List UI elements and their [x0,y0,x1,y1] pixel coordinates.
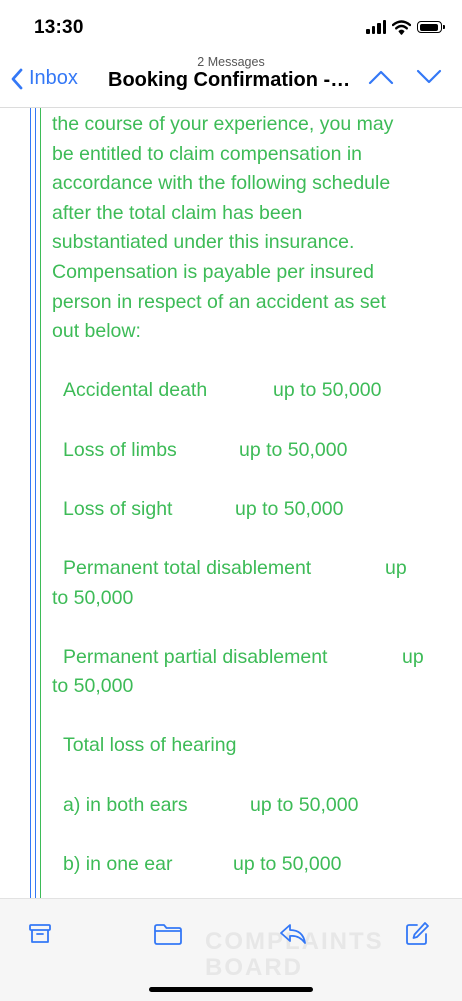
status-time: 13:30 [34,17,84,38]
move-to-folder-button[interactable] [153,919,183,949]
email-subject: Booking Confirmation - Insurance Details [108,69,354,91]
schedule-row: a) in both ears up to 50,000 [63,793,359,816]
back-to-inbox-button[interactable]: Inbox [10,67,78,90]
hearing-heading: Total loss of hearing [63,734,237,757]
message-body[interactable]: the course of your experience, you may b… [0,108,462,898]
home-indicator [149,987,313,992]
previous-message-button[interactable] [368,69,394,85]
schedule-row: Loss of limbs up to 50,000 [63,438,348,461]
schedule-row: Accidental death up to 50,000 [63,379,382,402]
wifi-icon [392,19,411,35]
schedule-row: Permanent partial disablement up to 50,00… [52,645,424,698]
intro-paragraph: the course of your experience, you may b… [52,113,394,343]
archive-button[interactable] [25,919,55,949]
cellular-signal-icon [366,20,386,34]
bottom-toolbar: COMPLAINTS BOARD [0,898,462,1001]
next-message-button[interactable] [416,69,442,85]
message-navigation [368,69,442,85]
reply-icon [280,924,306,944]
chevron-left-icon [11,68,23,89]
quoted-text: the course of your experience, you may b… [52,110,440,879]
compose-button[interactable] [402,919,432,949]
navigation-bar: 2 Messages Inbox Booking Confirmation - … [0,50,462,108]
archive-icon [29,924,51,943]
status-icons [366,17,445,37]
quote-bars [30,108,44,898]
status-bar: 13:30 [0,0,462,50]
schedule-row: Loss of sight up to 50,000 [63,497,344,520]
back-label: Inbox [29,67,78,89]
folder-icon [154,924,182,945]
schedule-row: b) in one ear up to 50,000 [63,852,342,875]
reply-button[interactable] [278,919,308,949]
schedule-row: Permanent total disablement up to 50,000 [52,556,407,609]
compose-icon [406,922,429,945]
battery-icon [417,21,445,33]
